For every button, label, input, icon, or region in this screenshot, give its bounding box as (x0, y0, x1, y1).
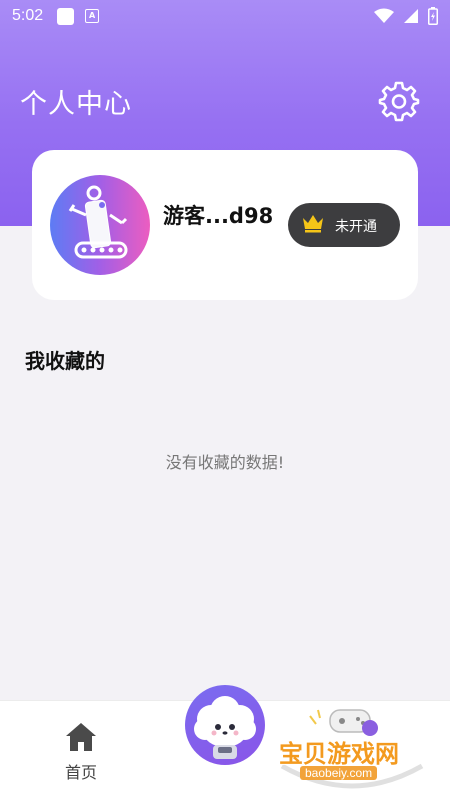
battery-icon (428, 7, 438, 25)
status-time: 5:02 (12, 7, 44, 24)
watermark: 宝贝游戏网 baobeiy.com (272, 706, 432, 792)
page-title: 个人中心 (20, 89, 132, 120)
cloud-mascot-icon (194, 696, 256, 759)
notification-icon (57, 7, 75, 25)
vip-label: 未开通 (335, 219, 377, 235)
favorites-title: 我收藏的 (25, 349, 105, 373)
vip-button[interactable]: 未开通 (288, 203, 400, 247)
gear-icon (378, 81, 420, 122)
profile-card: 游客...d98 未开通 (32, 150, 418, 300)
home-icon (66, 723, 96, 751)
center-mascot-button[interactable] (185, 685, 265, 765)
wifi-icon (374, 8, 394, 23)
settings-button[interactable] (378, 80, 420, 122)
watermark-text: 宝贝游戏网 (279, 740, 399, 768)
status-bar: 5:02 A (0, 0, 450, 32)
nav-home-label: 首页 (64, 763, 97, 782)
a-badge-icon: A (85, 9, 100, 23)
username: 游客...d98 (163, 204, 274, 228)
signal-icon (404, 9, 418, 23)
robot-avatar-icon (68, 185, 128, 259)
favorites-empty-message: 没有收藏的数据! (165, 453, 285, 472)
crown-icon (303, 215, 323, 233)
watermark-url: baobeiy.com (300, 766, 378, 780)
avatar[interactable] (50, 175, 150, 275)
nav-home[interactable]: 首页 (58, 721, 104, 782)
